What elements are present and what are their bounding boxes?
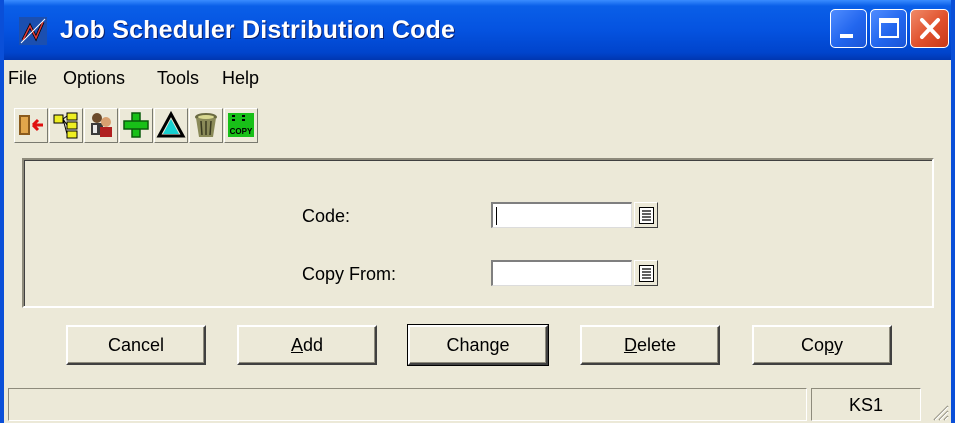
app-window: Job Scheduler Distribution Code File Opt… [0, 0, 955, 423]
copy-from-lookup-button[interactable] [634, 260, 658, 286]
list-icon [639, 265, 654, 282]
copy-from-input[interactable] [491, 260, 632, 286]
maximize-icon [879, 18, 899, 38]
code-lookup-button[interactable] [634, 202, 658, 228]
tree-view-button[interactable] [49, 108, 83, 143]
form-panel: Code: Copy From: [22, 158, 934, 308]
exit-button[interactable] [14, 108, 48, 143]
delete-button[interactable]: Delete [580, 325, 720, 365]
add-button-mnemonic: A [290, 334, 303, 355]
status-right-pane: KS1 [811, 388, 921, 421]
status-bar: KS1 [4, 385, 951, 423]
users-button[interactable] [84, 108, 118, 143]
code-label: Code: [302, 206, 351, 226]
users-icon [91, 113, 112, 137]
status-main-pane [8, 388, 807, 421]
change-button-label: Change [446, 334, 510, 355]
menu-options[interactable]: Options [63, 68, 125, 89]
close-icon [920, 18, 940, 39]
copy-icon-label: COPY [230, 127, 253, 136]
status-right-text: KS1 [848, 395, 884, 415]
change-icon [156, 110, 186, 138]
copy-button[interactable]: Co p y [752, 325, 892, 365]
text-caret [496, 207, 497, 225]
tree-view-icon [53, 112, 78, 139]
close-button[interactable] [910, 9, 949, 48]
add-button[interactable]: Add [237, 325, 377, 365]
copy-button-label-pre: Co [800, 334, 824, 355]
change-button-tool[interactable] [154, 108, 188, 143]
add-button-tool[interactable] [119, 108, 153, 143]
delete-button-tool[interactable] [189, 108, 223, 143]
copy-button-mnemonic: p [824, 334, 835, 355]
title-bar[interactable]: Job Scheduler Distribution Code [4, 0, 951, 60]
maximize-button[interactable] [870, 9, 907, 48]
resize-grip-icon[interactable] [931, 403, 949, 421]
cancel-button-label: Cancel [107, 334, 165, 355]
copy-button-label-post: y [834, 334, 844, 355]
menu-help[interactable]: Help [222, 68, 259, 89]
cancel-button[interactable]: Cancel [66, 325, 206, 365]
window-title: Job Scheduler Distribution Code [60, 16, 456, 44]
copy-icon: COPY [228, 113, 254, 137]
delete-button-label: elete [636, 334, 677, 355]
add-icon [123, 112, 149, 138]
list-icon [639, 207, 654, 224]
minimize-icon [840, 34, 853, 38]
exit-icon [19, 115, 43, 135]
menu-bar: File Options Tools Help [4, 60, 951, 96]
menu-tools[interactable]: Tools [157, 68, 199, 89]
delete-button-mnemonic: D [623, 334, 637, 355]
minimize-button[interactable] [830, 9, 867, 48]
copy-from-label: Copy From: [302, 264, 397, 284]
copy-button-tool[interactable]: COPY [224, 108, 258, 143]
change-button[interactable]: Change [407, 324, 549, 366]
menu-file[interactable]: File [8, 68, 37, 89]
code-input[interactable] [491, 202, 632, 228]
delete-icon [195, 113, 217, 137]
toolbar: COPY [4, 96, 951, 156]
app-logo-icon [18, 16, 48, 46]
add-button-label: dd [302, 334, 324, 355]
